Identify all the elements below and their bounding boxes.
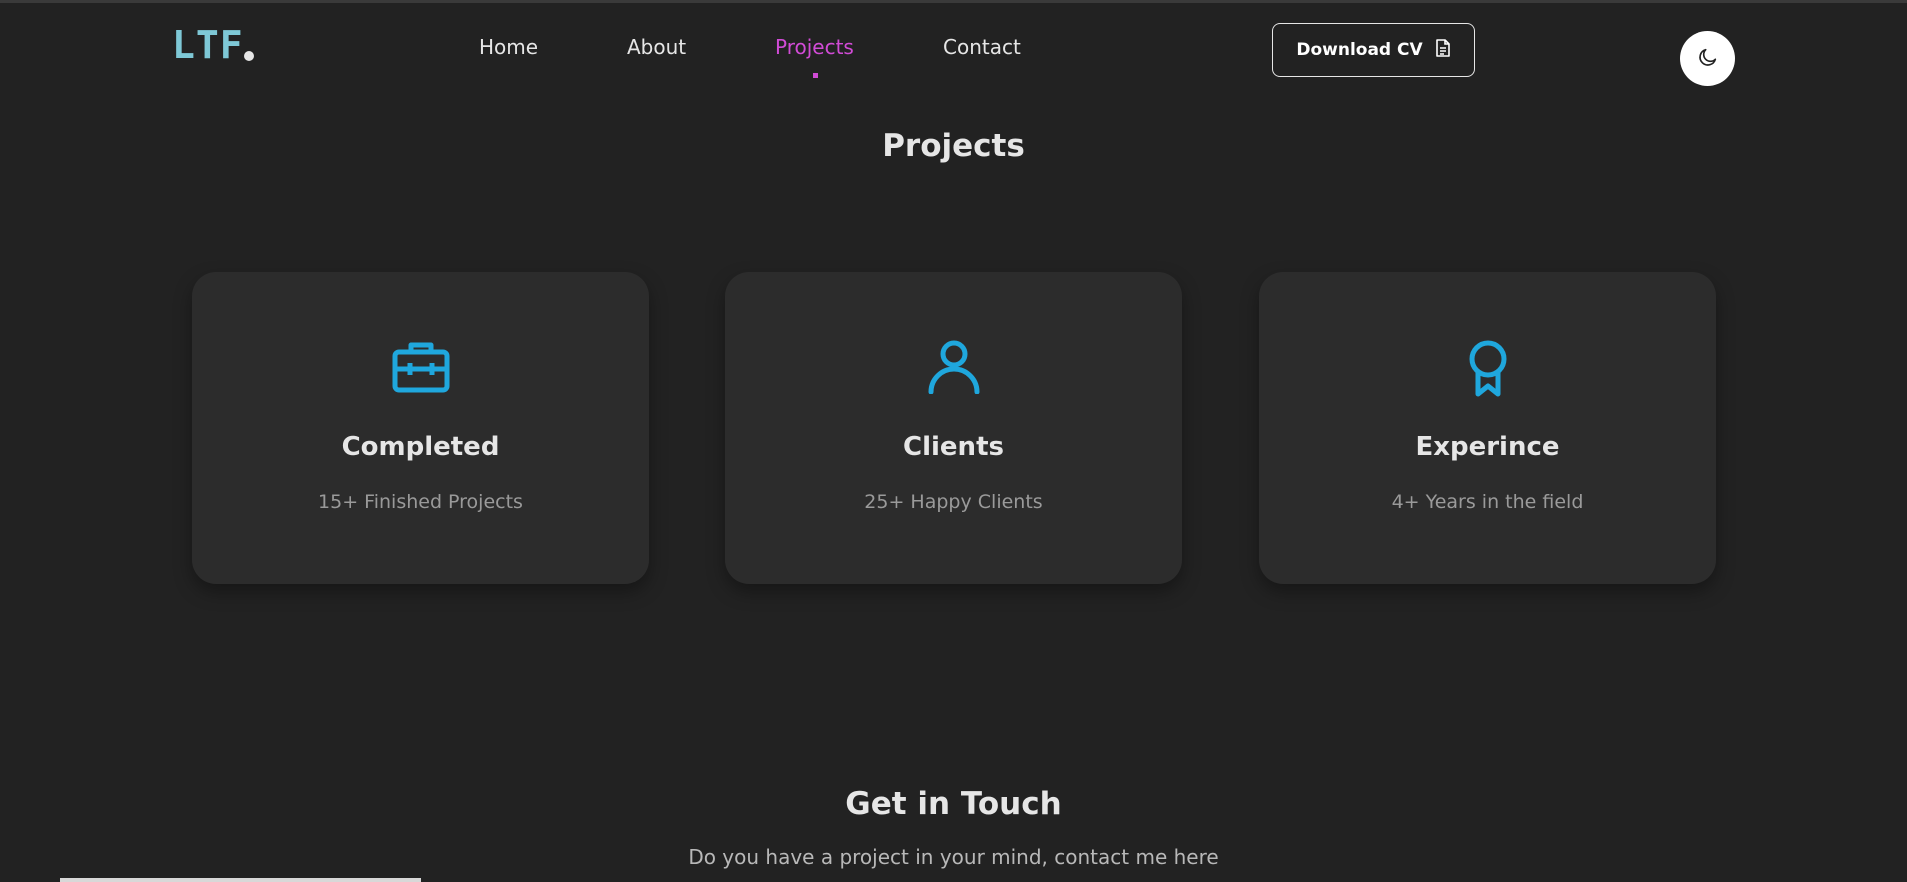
nav-home[interactable]: Home — [479, 35, 538, 59]
contact-title: Get in Touch — [845, 786, 1062, 822]
logo[interactable]: LTF — [172, 23, 244, 67]
nav-contact[interactable]: Contact — [943, 35, 1021, 59]
award-icon — [1259, 340, 1716, 398]
stat-card-completed: Completed 15+ Finished Projects — [192, 272, 649, 584]
card-title: Completed — [341, 432, 500, 462]
download-cv-label: Download CV — [1296, 40, 1423, 60]
card-subtitle: 15+ Finished Projects — [318, 491, 523, 513]
site-header: LTF Home About Projects Contact Download… — [0, 3, 1907, 95]
card-subtitle: 4+ Years in the field — [1391, 491, 1584, 513]
card-title: Clients — [903, 432, 1004, 462]
briefcase-icon — [192, 340, 649, 394]
download-cv-button[interactable]: Download CV — [1272, 23, 1475, 77]
projects-title: Projects — [882, 128, 1025, 164]
card-subtitle: 25+ Happy Clients — [864, 491, 1043, 513]
stat-card-clients: Clients 25+ Happy Clients — [725, 272, 1182, 584]
moon-icon — [1697, 46, 1719, 72]
nav-projects[interactable]: Projects — [775, 35, 854, 59]
scroll-bar[interactable] — [60, 878, 421, 882]
user-icon — [725, 340, 1182, 394]
theme-toggle-button[interactable] — [1680, 31, 1735, 86]
nav-about[interactable]: About — [627, 35, 686, 59]
document-icon — [1435, 38, 1451, 62]
logo-dot — [244, 51, 254, 61]
active-nav-indicator — [813, 73, 818, 78]
card-title: Experince — [1415, 432, 1560, 462]
contact-subtitle: Do you have a project in your mind, cont… — [688, 845, 1219, 869]
stat-card-experience: Experince 4+ Years in the field — [1259, 272, 1716, 584]
